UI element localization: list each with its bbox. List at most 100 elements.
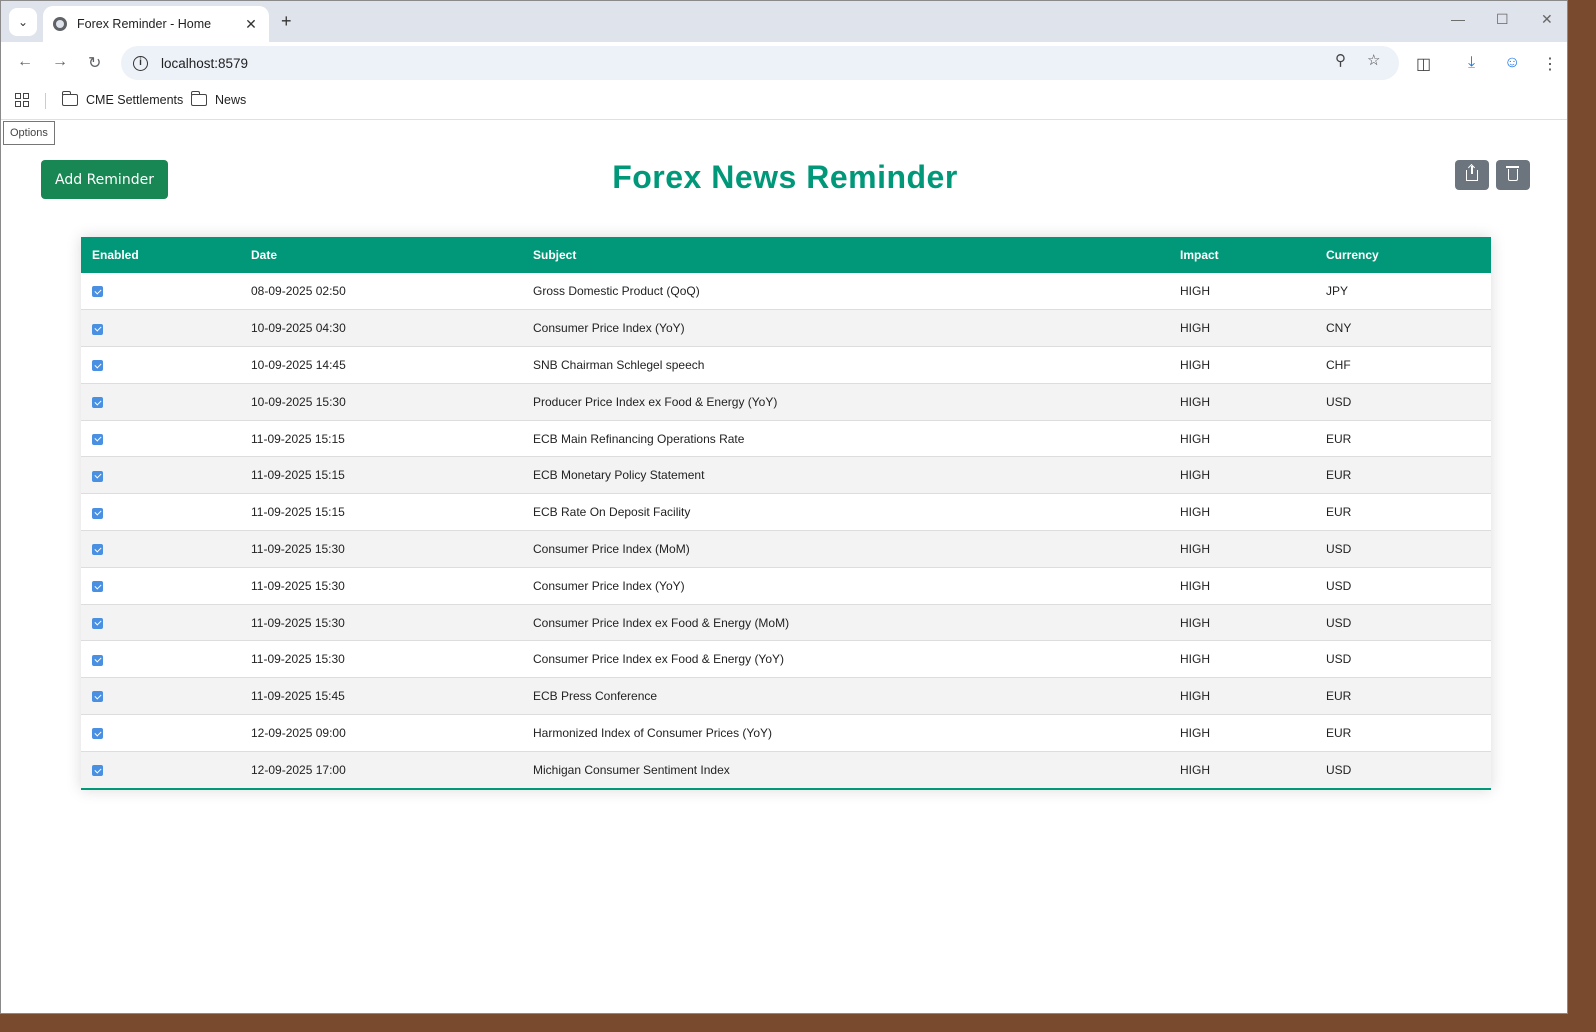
page-content: Options Add Reminder Forex News Reminder… [1, 121, 1567, 1013]
date-cell: 11-09-2025 15:30 [240, 604, 522, 642]
date-cell: 11-09-2025 15:15 [240, 420, 522, 458]
browser-tab[interactable]: Forex Reminder - Home ✕ [43, 6, 269, 42]
column-header-currency[interactable]: Currency [1315, 237, 1491, 273]
table-row[interactable]: 10-09-2025 14:45 SNB Chairman Schlegel sp… [81, 346, 1491, 384]
apps-grid-icon[interactable] [15, 93, 29, 107]
enabled-cell [81, 640, 240, 679]
impact-cell: HIGH [1169, 309, 1315, 348]
enabled-checkbox[interactable] [92, 691, 103, 703]
date-cell: 11-09-2025 15:30 [240, 567, 522, 605]
enabled-cell [81, 456, 240, 495]
bookmarks-divider [45, 93, 46, 109]
minimize-icon[interactable]: — [1451, 11, 1465, 27]
subject-cell: Consumer Price Index (YoY) [522, 567, 1169, 605]
back-arrow-icon[interactable]: ← [17, 53, 33, 71]
bookmark-folder-cme-settlements[interactable]: CME Settlements [61, 91, 183, 107]
currency-cell: EUR [1315, 456, 1491, 495]
subject-cell: Consumer Price Index (YoY) [522, 309, 1169, 348]
date-cell: 10-09-2025 14:45 [240, 346, 522, 384]
enabled-checkbox[interactable] [92, 360, 103, 372]
enabled-cell [81, 273, 240, 311]
maximize-icon[interactable]: ☐ [1496, 11, 1509, 28]
table-row[interactable]: 12-09-2025 17:00 Michigan Consumer Sentim… [81, 751, 1491, 789]
impact-cell: HIGH [1180, 763, 1210, 777]
enabled-checkbox[interactable] [92, 654, 103, 666]
profile-avatar-icon[interactable]: ☺ [1504, 54, 1520, 72]
column-header-subject[interactable]: Subject [522, 237, 1169, 273]
enabled-checkbox[interactable] [92, 397, 103, 409]
currency-cell: EUR [1315, 493, 1491, 532]
forward-arrow-icon[interactable]: → [52, 53, 68, 71]
bookmark-folder-news[interactable]: News [190, 91, 246, 107]
impact-cell: HIGH [1169, 640, 1315, 679]
enabled-checkbox[interactable] [92, 286, 103, 298]
zoom-magnifier-icon[interactable]: ⚲ [1335, 51, 1346, 69]
folder-icon [61, 91, 78, 106]
currency-cell: CNY [1315, 309, 1491, 348]
table-row[interactable]: 11-09-2025 15:15 ECB Monetary Policy Stat… [81, 456, 1491, 495]
table-row[interactable]: 11-09-2025 15:15 ECB Main Refinancing Ope… [81, 420, 1491, 458]
menu-kebab-icon[interactable]: ⋮ [1542, 54, 1558, 74]
subject-cell: ECB Press Conference [522, 677, 1169, 716]
enabled-checkbox[interactable] [92, 470, 103, 482]
enabled-checkbox[interactable] [92, 581, 103, 593]
table-row[interactable]: 11-09-2025 15:30 Consumer Price Index (Mo… [81, 530, 1491, 568]
currency-cell: JPY [1315, 273, 1491, 311]
extensions-puzzle-icon[interactable]: ◫ [1416, 54, 1431, 74]
date-cell: 10-09-2025 15:30 [240, 383, 522, 421]
reminders-table-container: Enabled Date Subject Impact Currency 08-… [81, 237, 1491, 791]
browser-toolbar: ← → ↻ i localhost:8579 ⚲ ☆ ◫ ⤓ ☺ ⋮ [1, 42, 1567, 85]
tab-title: Forex Reminder - Home [77, 17, 212, 31]
impact-cell: HIGH [1169, 420, 1315, 458]
enabled-checkbox[interactable] [92, 433, 103, 445]
options-tooltip: Options [3, 121, 55, 145]
subject-cell: ECB Monetary Policy Statement [522, 456, 1169, 495]
table-row[interactable]: 10-09-2025 15:30 Producer Price Index ex … [81, 383, 1491, 421]
url-text: localhost:8579 [161, 55, 249, 71]
table-row[interactable]: 11-09-2025 15:30 Consumer Price Index (Yo… [81, 567, 1491, 605]
enabled-checkbox[interactable] [92, 728, 103, 740]
window-close-icon[interactable]: ✕ [1541, 11, 1553, 28]
bookmark-star-icon[interactable]: ☆ [1367, 51, 1380, 69]
subject-cell: ECB Rate On Deposit Facility [522, 493, 1169, 532]
tab-search-chevron-icon[interactable]: ⌄ [9, 8, 37, 36]
table-row[interactable]: 08-09-2025 02:50 Gross Domestic Product (… [81, 273, 1491, 311]
table-row[interactable]: 11-09-2025 15:30 Consumer Price Index ex … [81, 604, 1491, 642]
impact-cell: HIGH [1169, 493, 1315, 532]
enabled-checkbox[interactable] [92, 765, 103, 777]
impact-cell: HIGH [1169, 604, 1315, 642]
upload-icon [1466, 165, 1478, 181]
reload-icon[interactable]: ↻ [88, 53, 101, 73]
column-header-impact[interactable]: Impact [1169, 237, 1315, 273]
table-row[interactable]: 11-09-2025 15:15 ECB Rate On Deposit Faci… [81, 493, 1491, 532]
date-cell: 11-09-2025 15:45 [240, 677, 522, 716]
delete-all-button[interactable] [1496, 160, 1530, 190]
impact-cell: HIGH [1169, 346, 1315, 384]
export-button[interactable] [1455, 160, 1489, 190]
close-tab-icon[interactable]: ✕ [243, 16, 259, 33]
impact-cell: HIGH [1169, 677, 1315, 716]
impact-cell: HIGH [1169, 714, 1315, 752]
enabled-checkbox[interactable] [92, 323, 103, 335]
enabled-cell [81, 383, 240, 421]
table-row[interactable]: 12-09-2025 09:00 Harmonized Index of Cons… [81, 714, 1491, 752]
download-icon[interactable]: ⤓ [1468, 54, 1475, 72]
impact-cell: HIGH [1169, 530, 1315, 568]
address-bar[interactable]: i localhost:8579 [121, 46, 1399, 80]
new-tab-plus-icon[interactable]: + [281, 11, 292, 32]
enabled-checkbox[interactable] [92, 544, 103, 556]
column-header-enabled[interactable]: Enabled [81, 237, 240, 273]
table-body: 08-09-2025 02:50 Gross Domestic Product (… [81, 273, 1491, 789]
site-info-icon[interactable]: i [133, 55, 148, 71]
column-header-date[interactable]: Date [240, 237, 522, 273]
date-cell: 11-09-2025 15:15 [240, 493, 522, 532]
table-row[interactable]: 11-09-2025 15:45 ECB Press Conference HIGH… [81, 677, 1491, 716]
folder-icon [190, 91, 207, 106]
enabled-checkbox[interactable] [92, 617, 103, 629]
enabled-cell [81, 751, 240, 788]
enabled-cell [81, 530, 240, 568]
impact-cell: HIGH [1169, 567, 1315, 605]
table-row[interactable]: 11-09-2025 15:30 Consumer Price Index ex … [81, 640, 1491, 679]
enabled-checkbox[interactable] [92, 507, 103, 519]
table-row[interactable]: 10-09-2025 04:30 Consumer Price Index (Yo… [81, 309, 1491, 348]
